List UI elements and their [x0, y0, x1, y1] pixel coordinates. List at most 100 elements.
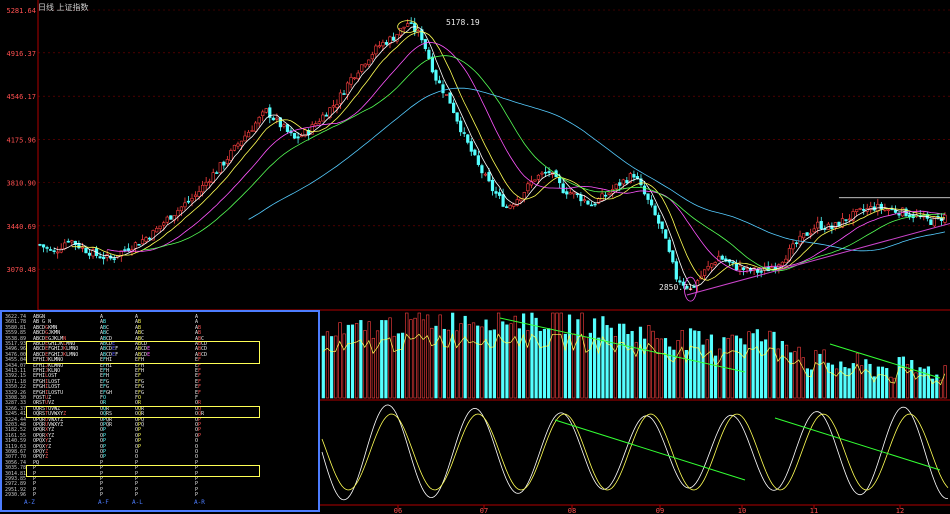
candle-body — [886, 209, 891, 211]
candle-body — [80, 246, 85, 249]
candle-body — [908, 214, 912, 217]
kdj-trendline — [554, 419, 746, 481]
candle-body — [232, 144, 237, 151]
volume-bar — [321, 335, 325, 399]
volume-bar — [592, 318, 597, 399]
volume-bar — [350, 324, 355, 399]
candle-body — [215, 172, 219, 174]
volume-bar — [517, 328, 522, 399]
volume-bar — [697, 331, 701, 399]
candle-body — [236, 143, 240, 147]
volume-bar — [505, 324, 509, 399]
candle-body — [144, 237, 148, 242]
candle-body — [536, 174, 541, 180]
candle-body — [186, 200, 191, 203]
volume-bar — [384, 320, 388, 399]
candle-body — [572, 191, 576, 195]
candle-body — [261, 111, 265, 117]
candle-body — [363, 63, 367, 67]
volume-bar — [400, 332, 405, 399]
candle-body — [52, 250, 56, 252]
candle-body — [296, 136, 300, 139]
volume-bar — [605, 325, 609, 399]
volume-bar — [392, 335, 396, 399]
volume-bar — [638, 326, 643, 399]
volume-bar — [563, 333, 567, 399]
candle-body — [565, 191, 569, 195]
candle-body — [540, 172, 544, 175]
kdj-k-line — [321, 404, 948, 501]
volume-bar — [709, 334, 714, 399]
candle-body — [607, 192, 611, 195]
candle-body — [423, 39, 427, 49]
volume-bar — [492, 329, 497, 399]
volume-bar — [534, 317, 538, 399]
candle-body — [38, 244, 42, 246]
y-tick-label: 3810.90 — [6, 179, 36, 187]
candle-body — [271, 117, 275, 121]
volume-bar — [467, 324, 471, 399]
candle-body — [264, 108, 268, 113]
candle-body — [710, 263, 714, 268]
candle-body — [45, 247, 49, 249]
candle-body — [444, 94, 449, 96]
y-tick-label: 4546.17 — [6, 93, 36, 101]
candle-body — [618, 182, 622, 186]
volume-bar — [501, 321, 505, 399]
candle-body — [734, 263, 739, 271]
candle-body — [402, 26, 406, 29]
profile-footer-label: A-L — [132, 499, 143, 506]
volume-bar — [480, 326, 484, 399]
candle-body — [70, 240, 74, 243]
value-area-box — [26, 341, 260, 364]
candle-body — [646, 193, 650, 200]
candle-body — [441, 84, 445, 94]
candle-body — [501, 194, 505, 207]
candle-body — [292, 133, 297, 139]
volume-bar — [551, 312, 555, 399]
candle-body — [66, 240, 70, 243]
volume-bar — [734, 335, 739, 399]
volume-bar — [718, 348, 722, 399]
candle-body — [169, 215, 173, 220]
volume-bar — [701, 344, 705, 399]
candle-body — [671, 250, 675, 263]
candle-body — [374, 45, 378, 55]
volume-bar — [588, 332, 592, 399]
candle-body — [703, 269, 707, 276]
candle-body — [801, 233, 806, 239]
volume-bar — [426, 314, 430, 399]
candle-body — [218, 162, 222, 173]
volume-bar — [688, 328, 693, 399]
candle-body — [582, 199, 587, 202]
candle-body — [589, 204, 594, 207]
candle-body — [49, 249, 53, 251]
volume-bar — [780, 341, 784, 399]
volume-bar — [897, 357, 901, 399]
volume-bar — [659, 338, 663, 399]
candle-body — [427, 49, 431, 59]
candle-body — [625, 180, 629, 184]
volume-bar — [609, 327, 613, 399]
ma5-line — [53, 26, 946, 287]
volume-bar — [676, 340, 680, 399]
volume-bar — [567, 314, 572, 399]
candle-body — [455, 112, 459, 122]
candle-body — [126, 248, 130, 251]
volume-bar — [814, 350, 818, 399]
volume-bar — [434, 325, 438, 399]
volume-bar — [880, 366, 885, 399]
candle-body — [812, 228, 816, 233]
market-profile-panel[interactable]: 3622.74 ABGN A A A 3601.78 AB G N AB AB A 3580.81 A… — [0, 310, 320, 512]
volume-bar — [509, 323, 513, 399]
volume-bar — [835, 368, 839, 399]
volume-bar — [325, 331, 330, 399]
candle-body — [614, 183, 618, 190]
candle-body — [816, 221, 820, 229]
candle-body — [179, 206, 184, 212]
candle-body — [239, 140, 244, 146]
volume-bar — [409, 319, 413, 399]
volume-bar — [338, 322, 342, 399]
volume-bar — [755, 329, 759, 399]
volume-bar — [680, 330, 684, 399]
